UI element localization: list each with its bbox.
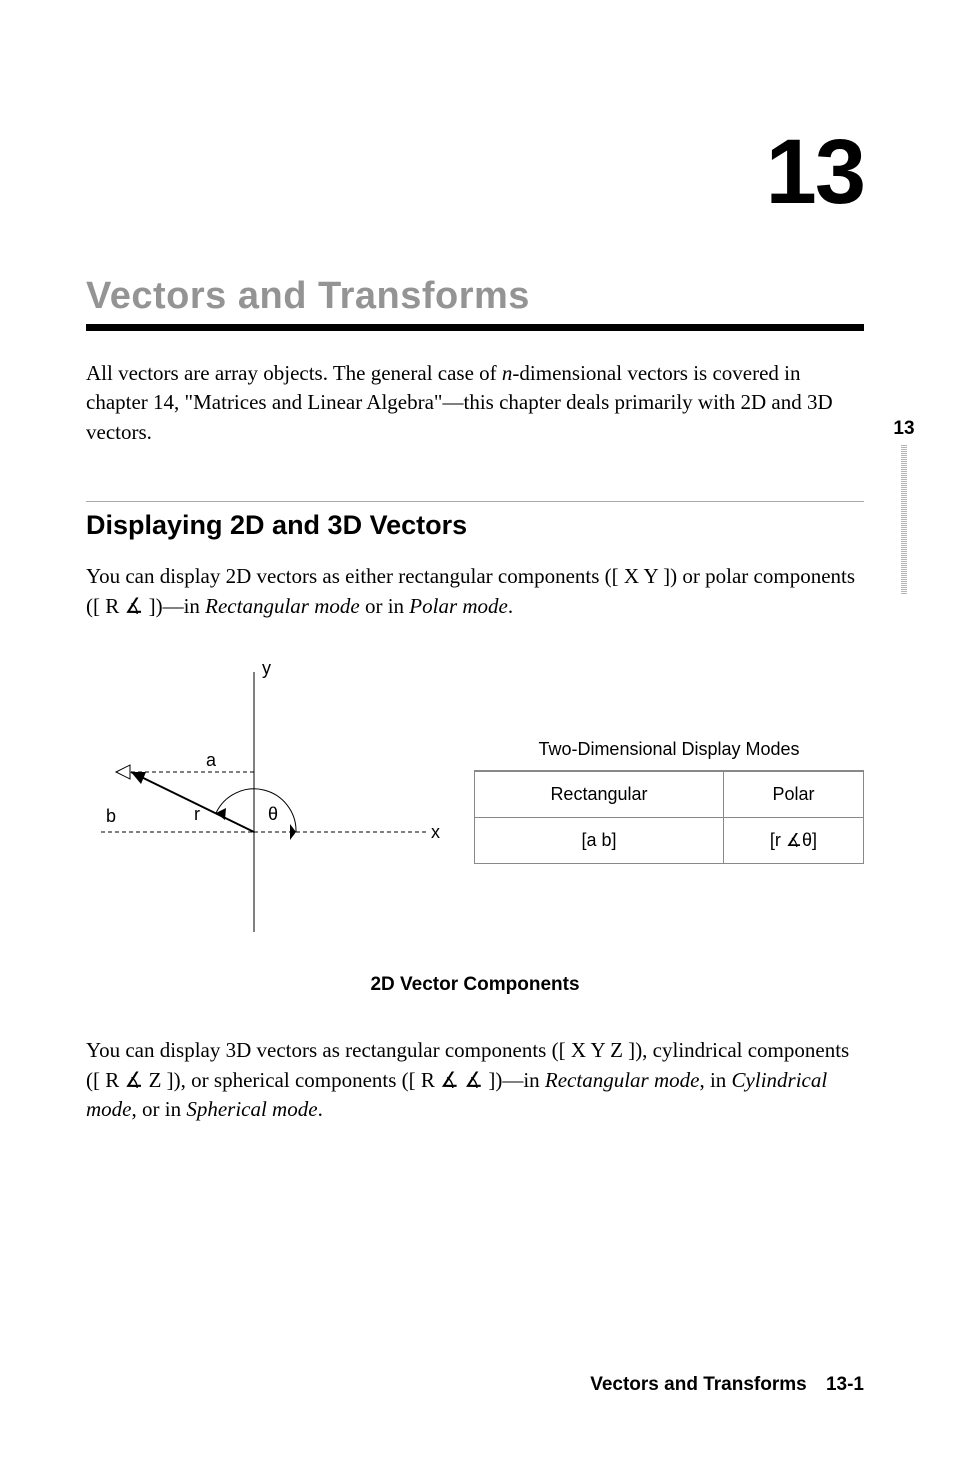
footer-title: Vectors and Transforms: [590, 1374, 806, 1395]
intro-paragraph: All vectors are array objects. The gener…: [86, 359, 864, 447]
text: ), or spherical components (: [174, 1068, 409, 1092]
text: , in: [699, 1068, 731, 1092]
text: .: [508, 594, 513, 618]
section-title: Displaying 2D and 3D Vectors: [86, 510, 864, 541]
side-tab-number: 13: [884, 418, 924, 440]
mode-sph: Spherical mode: [186, 1097, 317, 1121]
figure-2d: y x a b r θ Two-Dimensional Display Mode…: [86, 652, 864, 952]
mode-polar: Polar mode: [409, 594, 508, 618]
table-caption: Two-Dimensional Display Modes: [474, 739, 864, 771]
section1-paragraph-3d: You can display 3D vectors as rectangula…: [86, 1036, 864, 1125]
section-rule: [86, 501, 864, 502]
text: )—in: [495, 1068, 545, 1092]
italic-n: n: [502, 361, 513, 385]
code: [ X Y Z ]: [559, 1038, 636, 1062]
text: .: [318, 1097, 323, 1121]
footer-page-number: 13-1: [826, 1374, 864, 1395]
cell-rect: [a b]: [475, 818, 724, 864]
text: , or in: [132, 1097, 187, 1121]
code: [ R ∡ ∡ ]: [409, 1068, 496, 1092]
label-x: x: [431, 822, 440, 843]
text: or in: [360, 594, 410, 618]
section1-paragraph: You can display 2D vectors as either rec…: [86, 562, 864, 622]
page-footer: Vectors and Transforms 13-1: [590, 1374, 864, 1396]
code: [ X Y ]: [612, 564, 671, 588]
col-rectangular: Rectangular: [475, 772, 724, 818]
label-y: y: [262, 658, 271, 679]
text: )—in: [156, 594, 206, 618]
cell-polar: [r ∡θ]: [723, 818, 863, 864]
display-modes-table: Two-Dimensional Display Modes Rectangula…: [474, 739, 864, 864]
label-b: b: [106, 806, 116, 827]
code: [ R ∡ Z ]: [93, 1068, 174, 1092]
label-a: a: [206, 750, 216, 771]
chapter-number: 13: [86, 120, 864, 225]
mode-rect: Rectangular mode: [545, 1068, 700, 1092]
title-rule: [86, 324, 864, 331]
mode-rect: Rectangular mode: [205, 594, 360, 618]
code: [ R ∡ ]: [93, 594, 156, 618]
figure-caption: 2D Vector Components: [86, 974, 864, 996]
side-tab: 13: [884, 418, 924, 594]
text: You can display 2D vectors as either rec…: [86, 564, 612, 588]
col-polar: Polar: [723, 772, 863, 818]
text: You can display 3D vectors as rectangula…: [86, 1038, 559, 1062]
side-tab-bar: [901, 444, 907, 594]
label-r: r: [194, 804, 200, 825]
label-theta: θ: [268, 804, 278, 825]
vector-diagram: y x a b r θ: [86, 652, 456, 952]
text: All vectors are array objects. The gener…: [86, 361, 502, 385]
chapter-title: Vectors and Transforms: [86, 275, 864, 318]
